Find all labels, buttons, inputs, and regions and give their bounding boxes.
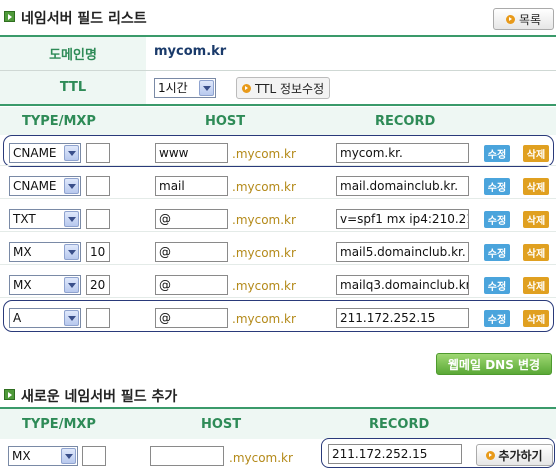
chevron-down-icon [64,277,79,293]
arrow-dot-icon [242,83,251,93]
host-input[interactable]: @ [155,209,228,229]
chevron-down-icon [64,310,79,326]
header-record: RECORD [369,417,430,432]
host-suffix: .mycom.kr [232,246,296,260]
edit-button[interactable]: 수정 [484,211,510,228]
mxp-input[interactable] [86,308,110,328]
mxp-input[interactable] [86,176,110,196]
type-select[interactable]: TXT [9,209,81,229]
type-value: CNAME [13,146,57,160]
header-record: RECORD [375,114,436,129]
record-input[interactable]: 211.172.252.15 [336,308,469,328]
add-section-title: 새로운 네임서버 필드 추가 [21,389,178,405]
delete-button[interactable]: 삭제 [523,277,549,294]
list-button-label: 목록 [518,12,542,27]
type-select[interactable]: CNAME [9,176,81,196]
host-input[interactable]: mail [155,176,228,196]
domain-label: 도메인명 [0,37,146,70]
type-value: MX [13,245,32,259]
list-button[interactable]: 목록 [493,8,554,30]
ttl-select-value: 1시간 [158,81,188,95]
header-host: HOST [205,114,246,129]
host-suffix: .mycom.kr [232,180,296,194]
new-type-value: MX [12,449,31,463]
new-type-select[interactable]: MX [8,446,78,466]
row-divider [0,198,556,199]
delete-button[interactable]: 삭제 [523,310,549,327]
edit-button[interactable]: 수정 [484,178,510,195]
mxp-input[interactable]: 10 [86,242,110,262]
type-value: CNAME [13,179,57,193]
host-input[interactable]: @ [155,275,228,295]
type-select[interactable]: MX [9,242,81,262]
title-bar: 네임서버 필드 리스트 목록 [0,0,556,36]
edit-button[interactable]: 수정 [484,145,510,162]
chevron-down-icon [64,211,79,227]
ttl-select[interactable]: 1시간 [154,78,216,98]
delete-button[interactable]: 삭제 [523,178,549,195]
page-title: 네임서버 필드 리스트 [21,11,147,27]
row-divider [0,297,556,298]
add-header: TYPE/MXP HOST RECORD [0,409,556,439]
host-suffix: .mycom.kr [232,147,296,161]
type-value: A [13,311,22,325]
edit-button[interactable]: 수정 [484,244,510,261]
mxp-input[interactable]: 20 [86,275,110,295]
mxp-input[interactable] [86,143,110,163]
webmail-dns-button[interactable]: 웹메일 DNS 변경 [436,353,552,375]
edit-button[interactable]: 수정 [484,310,510,327]
host-input[interactable]: @ [155,308,228,328]
header-host: HOST [201,417,242,432]
ttl-label: TTL [0,71,146,104]
delete-button[interactable]: 삭제 [523,211,549,228]
type-select[interactable]: CNAME [9,143,81,163]
record-input[interactable]: v=spf1 mx ip4:210.219. [336,209,469,229]
host-suffix: .mycom.kr [232,279,296,293]
chevron-down-icon [64,145,79,161]
mxp-input[interactable] [86,209,110,229]
new-mxp-input[interactable] [82,446,106,466]
row-divider [0,165,556,166]
edit-button[interactable]: 수정 [484,277,510,294]
delete-button[interactable]: 삭제 [523,244,549,261]
ttl-edit-label: TTL 정보수정 [255,81,325,96]
chevron-down-icon [61,448,76,464]
row-divider [0,264,556,265]
section-arrow-icon [4,389,15,400]
section-arrow-icon [4,11,15,22]
type-value: MX [13,278,32,292]
record-input[interactable]: mycom.kr. [336,143,469,163]
arrow-dot-icon [505,14,515,24]
arrow-dot-icon [486,450,496,460]
records-header: TYPE/MXP HOST RECORD [0,107,556,135]
host-input[interactable]: @ [155,242,228,262]
new-record-input[interactable]: 211.172.252.15 [328,444,462,464]
divider [0,104,556,106]
row-divider [0,231,556,232]
host-suffix: .mycom.kr [232,213,296,227]
host-suffix: .mycom.kr [229,451,293,465]
chevron-down-icon [199,80,214,96]
chevron-down-icon [64,244,79,260]
header-type: TYPE/MXP [22,114,96,129]
type-value: TXT [13,212,36,226]
header-type: TYPE/MXP [22,417,96,432]
record-input[interactable]: mail5.domainclub.kr. [336,242,469,262]
record-input[interactable]: mail.domainclub.kr. [336,176,469,196]
host-input[interactable]: www [155,143,228,163]
delete-button[interactable]: 삭제 [523,145,549,162]
chevron-down-icon [64,178,79,194]
ttl-edit-button[interactable]: TTL 정보수정 [236,77,331,99]
record-input[interactable]: mailq3.domainclub.kr. [336,275,469,295]
domain-value: mycom.kr [154,44,227,59]
add-button[interactable]: 추가하기 [476,444,553,466]
new-host-input[interactable] [150,446,224,466]
add-button-label: 추가하기 [498,448,543,463]
type-select[interactable]: MX [9,275,81,295]
type-select[interactable]: A [9,308,81,328]
host-suffix: .mycom.kr [232,312,296,326]
